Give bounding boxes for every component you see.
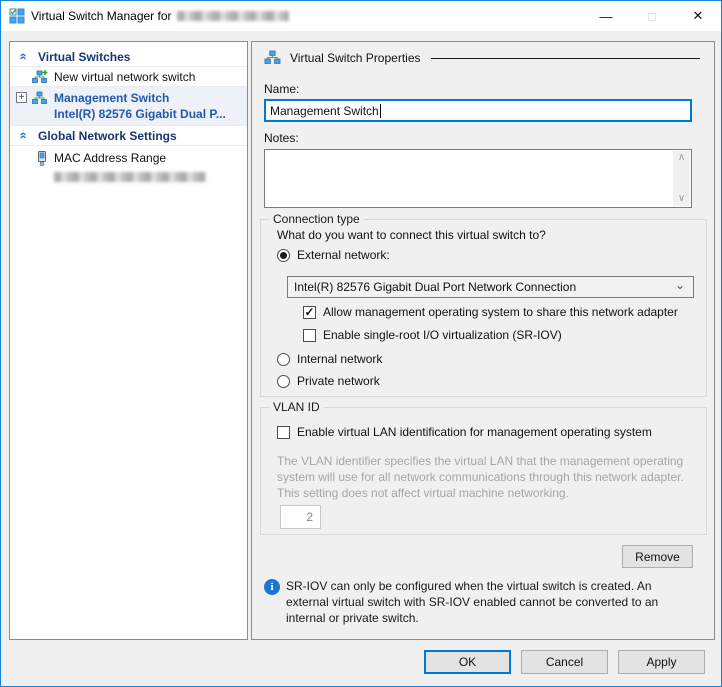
switch-tree-panel: « Virtual Switches New virtual network s…	[9, 41, 248, 640]
external-network-label: External network:	[297, 248, 390, 262]
radio-icon[interactable]	[277, 353, 290, 366]
tree-item-management-switch[interactable]: + Management Switch	[10, 89, 247, 106]
internal-network-label: Internal network	[297, 352, 382, 366]
tree-item-new-virtual-switch[interactable]: New virtual network switch	[10, 67, 247, 87]
scroll-down-icon[interactable]: ∨	[678, 192, 685, 206]
tree-subitem-label: Intel(R) 82576 Gigabit Dual P...	[54, 107, 226, 121]
properties-panel: Virtual Switch Properties Name: Manageme…	[251, 41, 715, 640]
vlan-id-input: 2	[280, 505, 321, 529]
connection-question: What do you want to connect this virtual…	[277, 228, 546, 242]
vlan-id-group: VLAN ID Enable virtual LAN identificatio…	[260, 407, 707, 535]
collapse-chevrons-icon: «	[17, 49, 32, 65]
radio-selected-icon[interactable]	[277, 249, 290, 262]
collapse-chevrons-icon: «	[17, 128, 32, 144]
checkbox-unchecked-icon[interactable]	[277, 426, 290, 439]
maximize-icon: □	[648, 9, 656, 24]
name-input-value: Management Switch	[270, 104, 379, 118]
connection-type-legend: Connection type	[269, 212, 364, 226]
text-caret	[380, 104, 381, 118]
notes-label: Notes:	[264, 131, 299, 145]
sriov-info-text: SR-IOV can only be configured when the v…	[286, 578, 690, 626]
ok-button-label: OK	[459, 655, 476, 669]
tree-item-mac-address-range[interactable]: MAC Address Range	[10, 148, 247, 168]
cancel-button[interactable]: Cancel	[521, 650, 608, 674]
window-title: Virtual Switch Manager for	[31, 9, 172, 23]
minimize-button[interactable]: —	[583, 1, 629, 31]
app-icon	[9, 8, 25, 24]
chevron-down-icon: ⌄	[675, 278, 685, 292]
mac-range-value-redacted	[10, 168, 247, 186]
tree-item-management-switch-adapter[interactable]: Intel(R) 82576 Gigabit Dual P...	[10, 106, 247, 122]
checkbox-unchecked-icon[interactable]	[303, 329, 316, 342]
section-virtual-switches[interactable]: « Virtual Switches	[10, 47, 247, 67]
titlebar: Virtual Switch Manager for — □ ✕	[1, 1, 721, 31]
internal-network-radio[interactable]: Internal network	[277, 352, 382, 366]
cancel-button-label: Cancel	[546, 655, 583, 669]
close-button[interactable]: ✕	[675, 1, 721, 31]
connection-type-group: Connection type What do you want to conn…	[260, 219, 707, 397]
private-network-label: Private network	[297, 374, 380, 388]
vlan-description: The VLAN identifier specifies the virtua…	[277, 453, 685, 501]
section-label: Global Network Settings	[38, 129, 177, 143]
tree-item-label: New virtual network switch	[54, 70, 195, 84]
apply-button[interactable]: Apply	[618, 650, 705, 674]
minimize-icon: —	[600, 9, 613, 24]
properties-section-title: Virtual Switch Properties	[290, 51, 421, 65]
virtual-switch-manager-window: Virtual Switch Manager for — □ ✕ « Virtu…	[0, 0, 722, 687]
notes-input[interactable]: ∧ ∨	[264, 149, 692, 208]
window-title-redacted	[177, 11, 289, 21]
section-label: Virtual Switches	[38, 50, 130, 64]
sriov-label: Enable single-root I/O virtualization (S…	[323, 328, 562, 342]
vlan-enable-label: Enable virtual LAN identification for ma…	[297, 425, 652, 439]
share-adapter-checkbox[interactable]: ✓ Allow management operating system to s…	[303, 305, 678, 319]
network-adapter-icon	[36, 151, 48, 166]
private-network-radio[interactable]: Private network	[277, 374, 380, 388]
expand-plus-icon[interactable]: +	[16, 92, 27, 103]
name-label: Name:	[264, 82, 299, 96]
header-rule	[431, 58, 701, 59]
name-input[interactable]: Management Switch	[264, 99, 692, 122]
scroll-up-icon[interactable]: ∧	[678, 151, 685, 165]
info-icon: i	[264, 579, 280, 595]
vlan-id-legend: VLAN ID	[269, 400, 324, 414]
apply-button-label: Apply	[646, 655, 676, 669]
new-switch-icon	[32, 70, 48, 84]
vlan-id-value: 2	[306, 510, 313, 524]
close-icon: ✕	[693, 8, 704, 24]
sriov-checkbox[interactable]: Enable single-root I/O virtualization (S…	[303, 328, 562, 342]
section-global-network-settings[interactable]: « Global Network Settings	[10, 126, 247, 146]
properties-section-header: Virtual Switch Properties	[264, 50, 700, 65]
share-adapter-label: Allow management operating system to sha…	[323, 305, 678, 319]
checkbox-checked-icon[interactable]: ✓	[303, 306, 316, 319]
tree-item-label: Management Switch	[54, 91, 169, 105]
switch-icon	[32, 91, 48, 105]
radio-icon[interactable]	[277, 375, 290, 388]
remove-button-label: Remove	[635, 550, 680, 564]
virtual-switch-icon	[264, 50, 282, 65]
tree-item-label: MAC Address Range	[54, 151, 166, 165]
vlan-enable-checkbox[interactable]: Enable virtual LAN identification for ma…	[277, 425, 652, 439]
adapter-select-value: Intel(R) 82576 Gigabit Dual Port Network…	[294, 280, 675, 294]
notes-scrollbar[interactable]: ∧ ∨	[673, 151, 690, 206]
tree-selection: + Management Switch Intel(R) 82576 Gigab…	[10, 87, 247, 126]
remove-button[interactable]: Remove	[622, 545, 693, 568]
ok-button[interactable]: OK	[424, 650, 511, 674]
maximize-button: □	[629, 1, 675, 31]
external-network-radio[interactable]: External network:	[277, 248, 390, 262]
adapter-select[interactable]: Intel(R) 82576 Gigabit Dual Port Network…	[287, 276, 694, 298]
